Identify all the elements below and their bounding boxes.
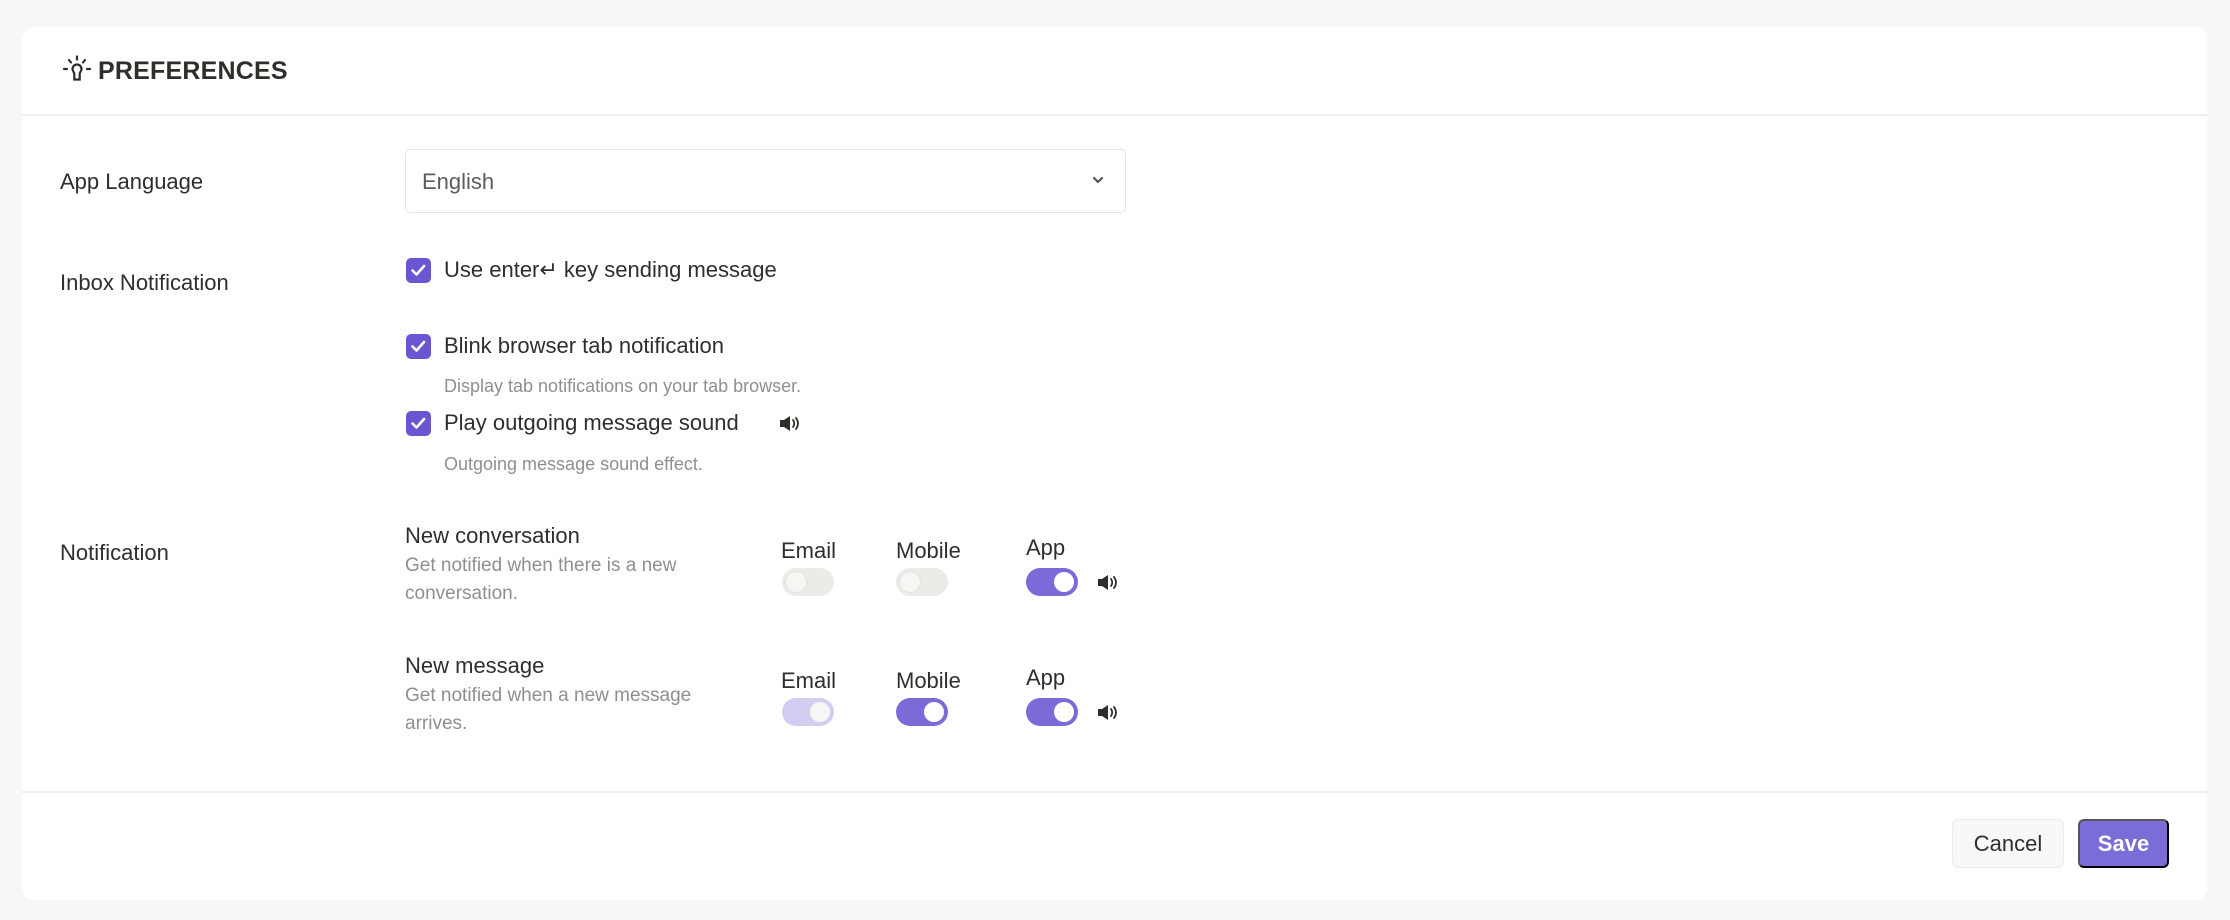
- checkmark-icon: [411, 417, 426, 429]
- notification-label: Notification: [60, 540, 169, 565]
- checkmark-icon: [411, 340, 426, 352]
- new-message-email-toggle: [782, 698, 834, 726]
- use-enter-label: Use enter↵ key sending message: [444, 257, 777, 282]
- app-language-select[interactable]: English: [405, 149, 1126, 213]
- card-header: PREFERENCES: [22, 27, 2207, 116]
- column-mobile-label: Mobile: [896, 668, 961, 693]
- column-app-label: App: [1026, 535, 1066, 560]
- speaker-icon[interactable]: [1097, 704, 1119, 721]
- use-enter-checkbox[interactable]: [406, 258, 431, 283]
- column-email-label: Email: [781, 538, 837, 563]
- save-button[interactable]: Save: [2078, 819, 2169, 868]
- new-conversation-app-toggle[interactable]: [1026, 568, 1078, 596]
- new-message-mobile-toggle[interactable]: [896, 698, 948, 726]
- footer-divider: [22, 791, 2207, 793]
- blink-tab-checkbox[interactable]: [406, 334, 431, 359]
- outgoing-sound-label: Play outgoing message sound: [444, 410, 739, 435]
- column-email-label: Email: [781, 668, 837, 693]
- new-conversation-description: Get notified when there is a new convers…: [405, 555, 677, 604]
- new-conversation-mobile-toggle[interactable]: [896, 568, 948, 596]
- outgoing-sound-description: Outgoing message sound effect.: [444, 454, 703, 474]
- blink-tab-description: Display tab notifications on your tab br…: [444, 376, 802, 396]
- outgoing-sound-checkbox[interactable]: [406, 411, 431, 436]
- page-title: PREFERENCES: [98, 57, 288, 85]
- new-message-title: New message: [405, 653, 545, 678]
- blink-tab-label: Blink browser tab notification: [444, 333, 725, 358]
- cancel-button[interactable]: Cancel: [1952, 819, 2064, 868]
- column-mobile-label: Mobile: [896, 538, 961, 563]
- new-message-description: Get notified when a new message arrives.: [405, 685, 692, 734]
- speaker-icon[interactable]: [779, 415, 801, 432]
- new-conversation-title: New conversation: [405, 523, 580, 548]
- new-conversation-email-toggle[interactable]: [782, 568, 834, 596]
- column-app-label: App: [1026, 665, 1066, 690]
- chevron-down-icon: [1092, 176, 1104, 184]
- checkmark-icon: [411, 264, 426, 276]
- lightbulb-icon: [62, 55, 92, 81]
- new-message-app-toggle[interactable]: [1026, 698, 1078, 726]
- inbox-notification-label: Inbox Notification: [60, 270, 229, 295]
- app-language-label: App Language: [60, 169, 204, 194]
- app-language-value: English: [422, 169, 495, 194]
- preferences-card: PREFERENCES App Language English Inbox N…: [22, 27, 2207, 900]
- speaker-icon[interactable]: [1097, 574, 1119, 591]
